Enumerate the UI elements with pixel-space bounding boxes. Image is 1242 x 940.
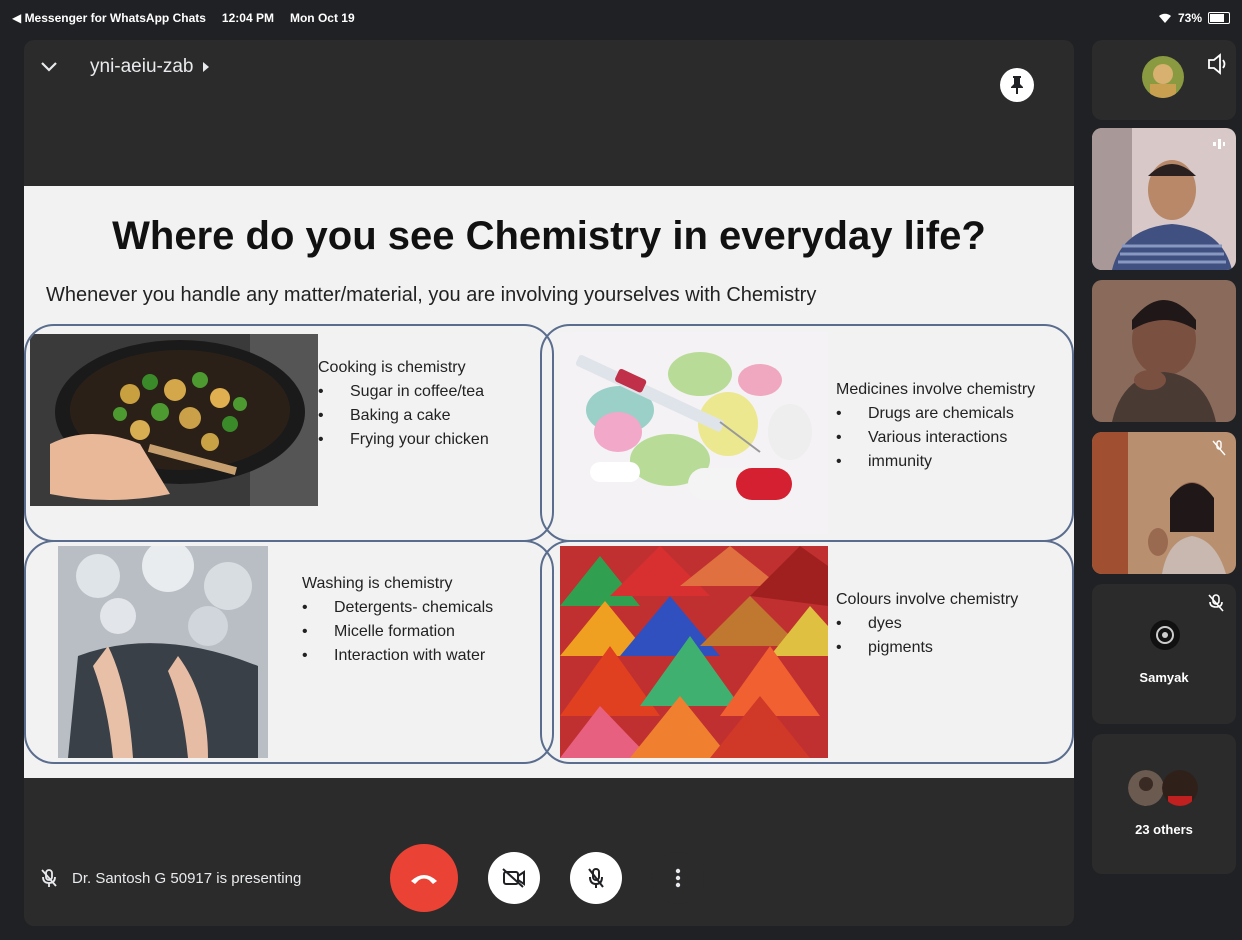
- shared-slide: Where do you see Chemistry in everyday l…: [24, 186, 1074, 778]
- avatar: [1128, 770, 1164, 806]
- colours-image: [560, 546, 828, 758]
- mic-toggle-button[interactable]: [570, 852, 622, 904]
- battery-icon: [1208, 12, 1230, 24]
- presenting-label: Dr. Santosh G 50917 is presenting: [72, 869, 302, 887]
- participant-tile-2[interactable]: [1092, 280, 1236, 422]
- list-item: pigments: [836, 636, 1018, 660]
- pin-icon: [1011, 76, 1023, 94]
- end-call-button[interactable]: [390, 844, 458, 912]
- status-time: 12:04 PM: [221, 11, 274, 25]
- status-date: Mon Oct 19: [289, 11, 355, 25]
- washing-bullets: Detergents- chemicals Micelle formation …: [302, 596, 493, 668]
- participant-tile-self[interactable]: [1092, 40, 1236, 120]
- medicines-image: [560, 332, 828, 534]
- mic-off-icon: [41, 869, 57, 887]
- colours-bullets: dyes pigments: [836, 612, 1018, 660]
- medicines-heading: Medicines involve chemistry: [836, 381, 1036, 398]
- list-item: immunity: [836, 450, 1035, 474]
- list-item: Sugar in coffee/tea: [318, 380, 489, 404]
- caret-right-icon: [202, 62, 209, 72]
- avatar: [1150, 620, 1180, 650]
- battery-percent: 73%: [1177, 11, 1202, 25]
- list-item: Micelle formation: [302, 620, 493, 644]
- list-item: Detergents- chemicals: [302, 596, 493, 620]
- participant-video: [1092, 280, 1236, 422]
- speaker-icon: [1208, 53, 1226, 75]
- presenting-indicator: Dr. Santosh G 50917 is presenting: [40, 868, 301, 888]
- cooking-heading: Cooking is chemistry: [318, 359, 466, 376]
- chevron-down-icon[interactable]: [38, 56, 60, 78]
- slide-subtitle: Whenever you handle any matter/material,…: [46, 284, 817, 306]
- slide-title: Where do you see Chemistry in everyday l…: [112, 214, 986, 258]
- avatar: [1142, 56, 1184, 98]
- avatar: [1162, 770, 1198, 806]
- list-item: Various interactions: [836, 426, 1035, 450]
- call-controls: Dr. Santosh G 50917 is presenting: [24, 818, 1074, 926]
- participant-tile-3[interactable]: [1092, 432, 1236, 574]
- meeting-code[interactable]: yni-aeiu-zab: [90, 56, 210, 78]
- main-presentation-tile: yni-aeiu-zab Where do you see Chemistry …: [24, 40, 1074, 926]
- more-vert-icon: [675, 868, 681, 888]
- video-off-icon: [502, 868, 525, 888]
- mic-off-icon: [588, 868, 604, 888]
- camera-toggle-button[interactable]: [488, 852, 540, 904]
- medicines-text: Medicines involve chemistry Drugs are ch…: [836, 378, 1035, 474]
- list-item: Frying your chicken: [318, 428, 489, 452]
- washing-text: Washing is chemistry Detergents- chemica…: [302, 572, 493, 668]
- medicines-bullets: Drugs are chemicals Various interactions…: [836, 402, 1035, 474]
- cooking-bullets: Sugar in coffee/tea Baking a cake Frying…: [318, 380, 489, 452]
- list-item: Drugs are chemicals: [836, 402, 1035, 426]
- cooking-text: Cooking is chemistry Sugar in coffee/tea…: [318, 356, 489, 452]
- medicines-cell: Medicines involve chemistry Drugs are ch…: [540, 324, 1074, 542]
- status-bar: ◀ Messenger for WhatsApp Chats 12:04 PM …: [0, 0, 1242, 36]
- audio-level-icon: [1213, 139, 1225, 149]
- participant-name: Samyak: [1139, 670, 1189, 685]
- cooking-cell: Cooking is chemistry Sugar in coffee/tea…: [24, 324, 554, 542]
- pin-button[interactable]: [1000, 68, 1034, 102]
- hang-up-icon: [411, 875, 437, 884]
- cooking-image: [30, 334, 318, 506]
- participant-tile-samyak[interactable]: Samyak: [1092, 584, 1236, 724]
- participant-tile-1[interactable]: [1092, 128, 1236, 270]
- more-options-button[interactable]: [652, 852, 704, 904]
- washing-cell: Washing is chemistry Detergents- chemica…: [24, 540, 554, 764]
- list-item: Interaction with water: [302, 644, 493, 668]
- colours-heading: Colours involve chemistry: [836, 591, 1019, 608]
- mic-off-icon: [1212, 440, 1226, 456]
- back-to-app-link[interactable]: ◀ Messenger for WhatsApp Chats: [12, 11, 206, 25]
- mic-off-icon: [1208, 594, 1224, 612]
- wifi-icon: [1158, 13, 1171, 23]
- washing-heading: Washing is chemistry: [302, 575, 453, 592]
- others-count: 23 others: [1135, 822, 1193, 837]
- colours-text: Colours involve chemistry dyes pigments: [836, 588, 1018, 660]
- meeting-code-label: yni-aeiu-zab: [90, 56, 194, 77]
- washing-image: [58, 546, 268, 758]
- list-item: Baking a cake: [318, 404, 489, 428]
- colours-cell: Colours involve chemistry dyes pigments: [540, 540, 1074, 764]
- meeting-header: yni-aeiu-zab: [38, 56, 210, 78]
- participant-tile-others[interactable]: 23 others: [1092, 734, 1236, 874]
- list-item: dyes: [836, 612, 1018, 636]
